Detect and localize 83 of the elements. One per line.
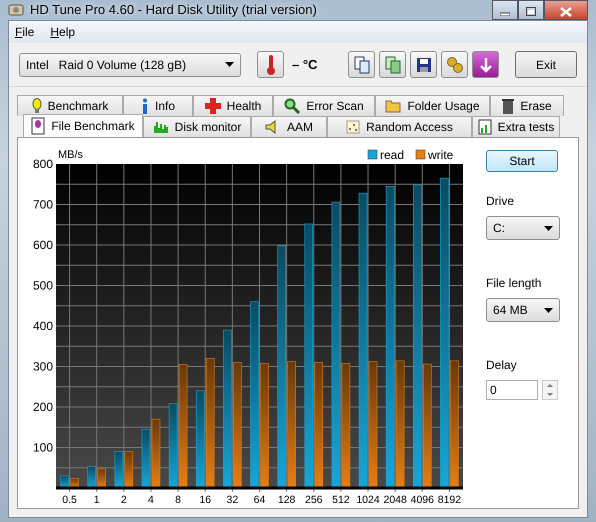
lightbulb-icon [32, 98, 42, 114]
dots-icon [346, 120, 360, 134]
y-tick-label: 200 [32, 400, 53, 414]
y-tick-label: 400 [32, 319, 53, 333]
thermometer-button[interactable] [257, 51, 284, 78]
folder-icon [385, 99, 402, 113]
temperature-reading: – °C [292, 56, 318, 74]
x-tick-label: 256 [305, 494, 323, 504]
bar [97, 468, 106, 488]
y-tick-label: 700 [32, 198, 53, 212]
y-tick-label: 100 [32, 440, 53, 454]
caret-icon [544, 308, 553, 312]
x-tick-label: 4096 [410, 494, 434, 504]
x-tick-label: 2 [120, 494, 127, 504]
file-length-select[interactable]: 64 MB [486, 298, 560, 322]
exit-button[interactable]: Exit [515, 51, 577, 78]
window-title: HD Tune Pro 4.60 - Hard Disk Utility (trial version) [30, 1, 317, 20]
x-tick-label: 16 [199, 494, 212, 504]
tab[interactable]: Extra tests [472, 116, 560, 137]
bar [152, 418, 160, 488]
bar [142, 428, 150, 488]
menu-item[interactable]: File [15, 23, 34, 41]
menu-item[interactable]: Help [50, 23, 76, 41]
bar-graph-icon [152, 120, 169, 134]
close-button[interactable] [544, 0, 588, 20]
caret-icon [544, 226, 553, 230]
y-tick-label: 300 [32, 360, 53, 374]
legend-label: read [380, 148, 404, 162]
x-tick-label: 2048 [383, 494, 407, 504]
drive-select[interactable]: C: [486, 216, 560, 240]
document-icon [31, 117, 46, 135]
delay-label: Delay [486, 357, 517, 374]
maximize-icon [526, 7, 536, 16]
tab[interactable]: Benchmark [17, 95, 123, 116]
magnifier-icon [284, 98, 300, 114]
tab[interactable]: Info [123, 95, 193, 116]
arrow-down-icon [478, 56, 492, 72]
bar [124, 451, 134, 488]
x-tick-label: 0.5 [62, 494, 77, 504]
legend-label: write [428, 148, 454, 162]
x-tick-label: 32 [226, 494, 238, 504]
minimize-button[interactable] [492, 0, 518, 20]
y-tick-label: 500 [32, 278, 53, 292]
bar [114, 451, 124, 488]
spin-buttons[interactable] [542, 380, 558, 400]
tab[interactable]: Random Access [327, 116, 472, 137]
copy-icon[interactable] [348, 51, 375, 78]
cross-icon [204, 98, 221, 114]
maximize-button[interactable] [518, 0, 544, 20]
save-icon[interactable] [410, 51, 437, 78]
drive-dropdown[interactable]: Intel Raid 0 Volume (128 gB) [19, 52, 241, 76]
coins-icon[interactable] [441, 51, 468, 78]
file-length-label: File length [486, 275, 542, 292]
tab[interactable]: Error Scan [273, 95, 375, 116]
x-tick-label: 4 [148, 494, 154, 504]
tab[interactable]: AAM [251, 116, 327, 137]
x-tick-label: 8 [175, 494, 182, 504]
y-tick-label: 800 [32, 157, 53, 171]
x-tick-label: 8192 [438, 494, 462, 504]
drive-label: Drive [486, 193, 514, 210]
download-button[interactable] [472, 51, 499, 78]
copy-icon[interactable] [379, 51, 406, 78]
trash-icon [502, 98, 514, 114]
tab[interactable]: Erase [490, 95, 564, 116]
x-tick-label: 1024 [356, 494, 380, 504]
tab[interactable]: Disk monitor [143, 116, 251, 137]
y-tick-label: 600 [32, 238, 53, 252]
caret-icon [225, 62, 234, 67]
close-icon [560, 6, 572, 17]
tab[interactable]: File Benchmark [23, 114, 143, 137]
x-tick-label: 1 [94, 494, 100, 504]
tab[interactable]: Folder Usage [375, 95, 490, 116]
delay-field[interactable]: 0 [486, 380, 538, 400]
x-tick-label: 512 [332, 494, 350, 504]
thermometer-icon [266, 54, 276, 76]
bar [70, 478, 79, 488]
x-tick-label: 128 [278, 494, 296, 504]
info-icon [140, 98, 149, 114]
start-button[interactable]: Start [486, 150, 558, 172]
bar [87, 466, 96, 488]
axis-label: MB/s [58, 149, 84, 161]
tab[interactable]: Health [193, 95, 273, 116]
x-tick-label: 64 [254, 494, 266, 504]
